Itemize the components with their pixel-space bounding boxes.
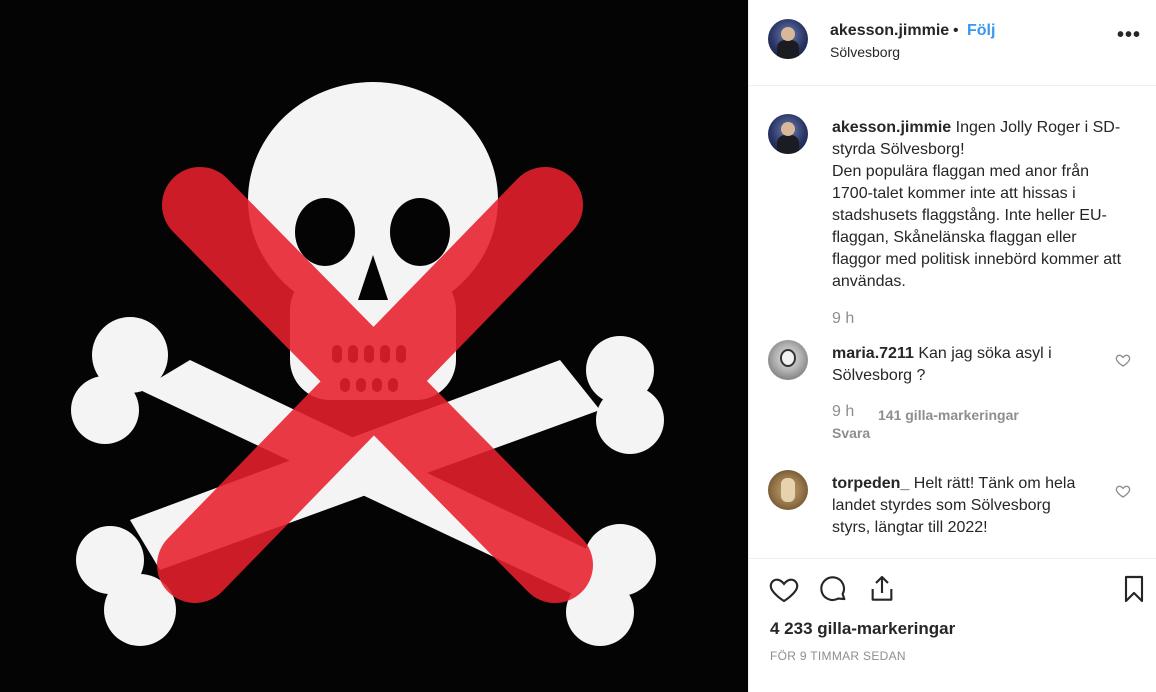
comment-likes-count[interactable]: 141 gilla-markeringar [878,407,1019,423]
post-actions: 4 233 gilla-markeringar FÖR 9 TIMMAR SED… [749,558,1156,692]
comment-text-block: maria.7211 Kan jag söka asyl i Sölvesbor… [832,343,1082,387]
post-sidebar: akesson.jimmie • Följ Sölvesborg ••• ake… [748,0,1156,692]
comment-like-heart-icon[interactable] [1115,352,1131,368]
post-caption: akesson.jimmie Ingen Jolly Roger i SD-st… [832,117,1122,293]
caption-timestamp[interactable]: 9 h [832,310,854,328]
comment-timestamp[interactable]: 9 h [832,403,854,421]
commenter-avatar[interactable] [768,470,808,510]
location-link[interactable]: Sölvesborg [830,44,900,60]
jolly-roger-crossed-out-image [0,0,748,692]
author-username[interactable]: akesson.jimmie [830,22,949,40]
comment-icon[interactable] [817,573,849,605]
share-icon[interactable] [866,573,898,605]
comment-username[interactable]: maria.7211 [832,345,914,362]
post-header: akesson.jimmie • Följ Sölvesborg ••• [749,0,1156,86]
heart-icon[interactable] [768,573,800,605]
author-avatar[interactable] [768,19,808,59]
instagram-post: akesson.jimmie • Följ Sölvesborg ••• ake… [0,0,1156,692]
caption-author-avatar[interactable] [768,114,808,154]
caption-username[interactable]: akesson.jimmie [832,119,951,136]
post-timestamp[interactable]: FÖR 9 TIMMAR SEDAN [770,649,906,663]
commenter-avatar[interactable] [768,340,808,380]
comments-section: akesson.jimmie Ingen Jolly Roger i SD-st… [749,86,1156,558]
bookmark-icon[interactable] [1118,573,1150,605]
post-image[interactable] [0,0,748,692]
comment-like-heart-icon[interactable] [1115,483,1131,499]
post-likes-count[interactable]: 4 233 gilla-markeringar [770,619,955,639]
comment-username[interactable]: torpeden_ [832,475,909,492]
reply-button[interactable]: Svara [832,425,870,441]
follow-button[interactable]: Följ [967,22,995,40]
comment-text-block: torpeden_ Helt rätt! Tänk om hela landet… [832,473,1082,539]
more-options-icon[interactable]: ••• [1117,24,1141,47]
separator-dot: • [953,22,959,39]
caption-body: Den populära flaggan med anor från 1700-… [832,163,1122,290]
